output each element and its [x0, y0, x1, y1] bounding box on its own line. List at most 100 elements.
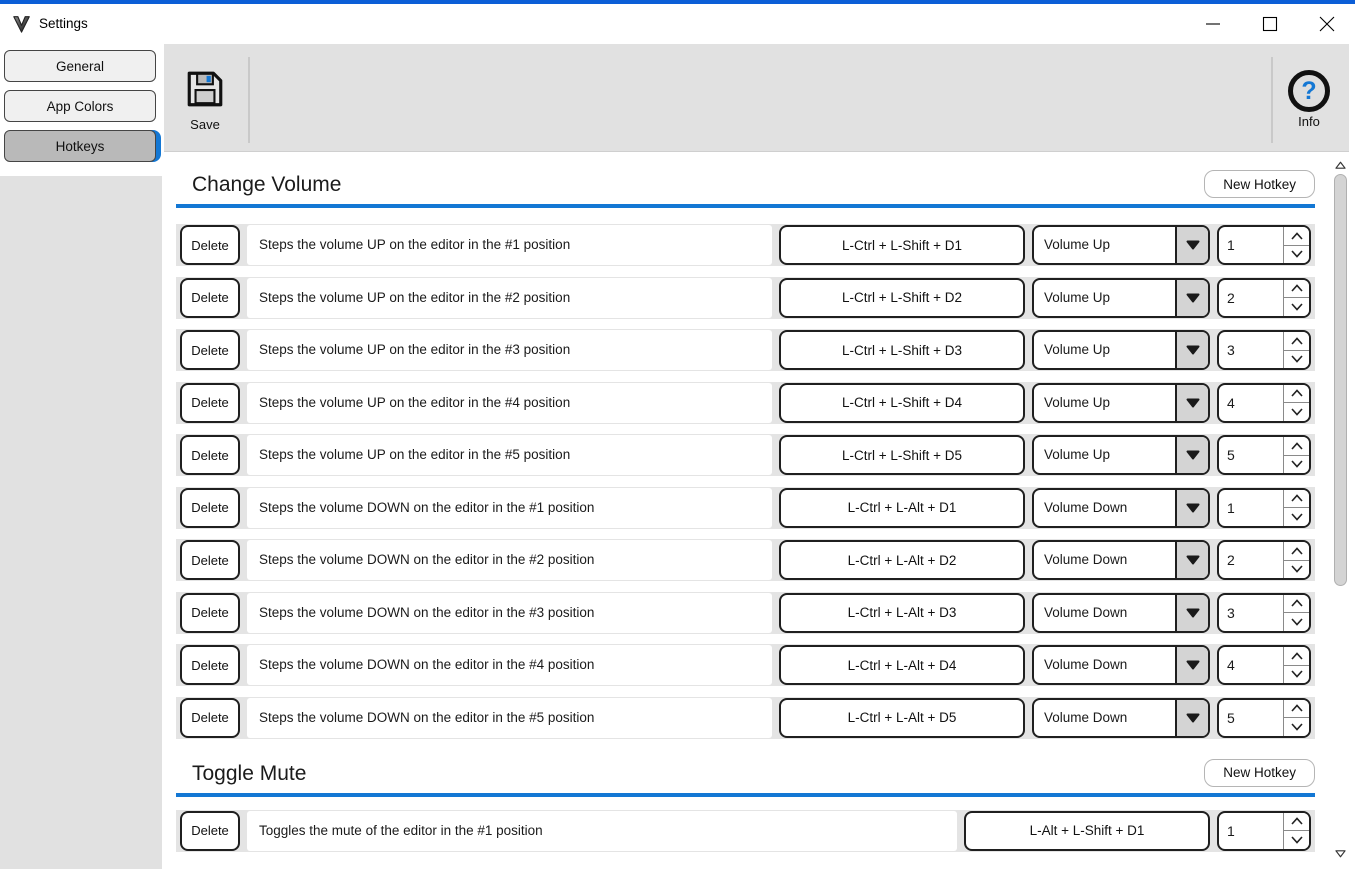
- spinner-up-button[interactable]: [1284, 699, 1309, 717]
- hotkey-button[interactable]: L-Ctrl + L-Shift + D1: [779, 225, 1025, 265]
- action-dropdown[interactable]: Volume Down: [1032, 697, 1210, 738]
- spinner-up-button[interactable]: [1284, 594, 1309, 612]
- description-field[interactable]: Steps the volume DOWN on the editor in t…: [247, 487, 772, 528]
- action-dropdown[interactable]: Volume Down: [1032, 540, 1210, 580]
- position-spinner: 5: [1217, 697, 1311, 738]
- scrollbar-thumb[interactable]: [1334, 174, 1347, 586]
- description-field[interactable]: Steps the volume DOWN on the editor in t…: [247, 697, 772, 738]
- description-field[interactable]: Steps the volume UP on the editor in the…: [247, 277, 772, 318]
- hotkey-button[interactable]: L-Ctrl + L-Alt + D3: [779, 592, 1025, 633]
- delete-button[interactable]: Delete: [180, 277, 240, 318]
- dropdown-arrow-icon[interactable]: [1175, 594, 1208, 631]
- spinner-up-button[interactable]: [1284, 279, 1309, 297]
- spinner-up-button[interactable]: [1284, 332, 1309, 350]
- hotkey-row: Delete Steps the volume UP on the editor…: [176, 276, 1315, 319]
- delete-button[interactable]: Delete: [180, 382, 240, 423]
- delete-button[interactable]: Delete: [180, 435, 240, 475]
- description-field[interactable]: Steps the volume DOWN on the editor in t…: [247, 645, 772, 685]
- hotkey-button[interactable]: L-Ctrl + L-Shift + D4: [779, 382, 1025, 423]
- spinner-down-button[interactable]: [1284, 402, 1309, 421]
- action-dropdown[interactable]: Volume Up: [1032, 330, 1210, 370]
- delete-button[interactable]: Delete: [180, 645, 240, 685]
- action-dropdown[interactable]: Volume Down: [1032, 645, 1210, 685]
- spinner-down-button[interactable]: [1284, 297, 1309, 316]
- dropdown-arrow-icon[interactable]: [1175, 489, 1208, 526]
- description-field[interactable]: Toggles the mute of the editor in the #1…: [247, 810, 957, 851]
- delete-button[interactable]: Delete: [180, 810, 240, 851]
- hotkey-button[interactable]: L-Alt + L-Shift + D1: [964, 810, 1210, 851]
- hotkey-button[interactable]: L-Ctrl + L-Alt + D2: [779, 540, 1025, 580]
- dropdown-arrow-icon[interactable]: [1175, 437, 1208, 473]
- save-button[interactable]: Save: [176, 44, 234, 151]
- hotkey-button[interactable]: L-Ctrl + L-Alt + D1: [779, 487, 1025, 528]
- chevron-up-icon: [1290, 442, 1303, 450]
- delete-button[interactable]: Delete: [180, 225, 240, 265]
- delete-button[interactable]: Delete: [180, 487, 240, 528]
- delete-button[interactable]: Delete: [180, 330, 240, 370]
- dropdown-arrow-icon[interactable]: [1175, 384, 1208, 421]
- spinner-down-button[interactable]: [1284, 507, 1309, 526]
- spinner-down-button[interactable]: [1284, 717, 1309, 736]
- section-divider: [176, 204, 1315, 208]
- spinner-up-button[interactable]: [1284, 227, 1309, 245]
- sidebar-item-hotkeys[interactable]: Hotkeys: [4, 130, 156, 162]
- hotkey-button[interactable]: L-Ctrl + L-Shift + D3: [779, 330, 1025, 370]
- new-hotkey-button[interactable]: New Hotkey: [1204, 758, 1315, 787]
- vertical-scrollbar[interactable]: [1332, 158, 1349, 861]
- description-field[interactable]: Steps the volume DOWN on the editor in t…: [247, 540, 772, 580]
- scroll-up-button[interactable]: [1334, 158, 1347, 172]
- dropdown-arrow-icon[interactable]: [1175, 227, 1208, 263]
- chevron-up-icon: [1290, 547, 1303, 555]
- dropdown-arrow-icon[interactable]: [1175, 699, 1208, 736]
- new-hotkey-button[interactable]: New Hotkey: [1204, 170, 1315, 198]
- spinner-down-button[interactable]: [1284, 612, 1309, 631]
- spinner-up-button[interactable]: [1284, 812, 1309, 830]
- spinner-down-button[interactable]: [1284, 559, 1309, 578]
- section-change-volume: Change Volume New Hotkey Delete Steps th…: [176, 170, 1315, 739]
- description-field[interactable]: Steps the volume DOWN on the editor in t…: [247, 592, 772, 633]
- action-dropdown[interactable]: Volume Up: [1032, 382, 1210, 423]
- dropdown-arrow-icon[interactable]: [1175, 542, 1208, 578]
- section-divider: [176, 792, 1315, 797]
- spinner-down-button[interactable]: [1284, 664, 1309, 683]
- dropdown-arrow-icon[interactable]: [1175, 332, 1208, 368]
- chevron-down-icon: [1290, 670, 1303, 678]
- spinner-down-button[interactable]: [1284, 244, 1309, 263]
- scroll-down-button[interactable]: [1334, 847, 1347, 861]
- spinner-up-button[interactable]: [1284, 437, 1309, 455]
- action-dropdown[interactable]: Volume Down: [1032, 487, 1210, 528]
- close-button[interactable]: [1298, 4, 1355, 43]
- action-dropdown[interactable]: Volume Up: [1032, 435, 1210, 475]
- hotkey-button[interactable]: L-Ctrl + L-Shift + D2: [779, 277, 1025, 318]
- hotkey-button[interactable]: L-Ctrl + L-Shift + D5: [779, 435, 1025, 475]
- spinner-up-button[interactable]: [1284, 542, 1309, 560]
- spinner-down-button[interactable]: [1284, 830, 1309, 849]
- delete-button[interactable]: Delete: [180, 697, 240, 738]
- action-dropdown[interactable]: Volume Down: [1032, 592, 1210, 633]
- spinner-up-button[interactable]: [1284, 647, 1309, 665]
- sidebar-item-general[interactable]: General: [4, 50, 156, 82]
- delete-button[interactable]: Delete: [180, 540, 240, 580]
- spinner-up-button[interactable]: [1284, 489, 1309, 507]
- action-dropdown[interactable]: Volume Up: [1032, 277, 1210, 318]
- description-field[interactable]: Steps the volume UP on the editor in the…: [247, 435, 772, 475]
- hotkey-button[interactable]: L-Ctrl + L-Alt + D4: [779, 645, 1025, 685]
- action-dropdown[interactable]: Volume Up: [1032, 225, 1210, 265]
- description-field[interactable]: Steps the volume UP on the editor in the…: [247, 225, 772, 265]
- maximize-button[interactable]: [1241, 4, 1298, 43]
- spinner-up-button[interactable]: [1284, 384, 1309, 402]
- dropdown-arrow-icon[interactable]: [1175, 279, 1208, 316]
- hotkey-row: Delete Steps the volume UP on the editor…: [176, 381, 1315, 424]
- minimize-button[interactable]: [1184, 4, 1241, 43]
- delete-button[interactable]: Delete: [180, 592, 240, 633]
- description-field[interactable]: Steps the volume UP on the editor in the…: [247, 382, 772, 423]
- dropdown-arrow-icon[interactable]: [1175, 647, 1208, 683]
- scroll-down-icon: [1335, 850, 1346, 858]
- sidebar-item-app-colors[interactable]: App Colors: [4, 90, 156, 122]
- spinner-down-button[interactable]: [1284, 454, 1309, 473]
- hotkey-button[interactable]: L-Ctrl + L-Alt + D5: [779, 697, 1025, 738]
- info-button[interactable]: ? Info: [1273, 44, 1345, 151]
- scrollbar-track[interactable]: [1332, 172, 1349, 847]
- description-field[interactable]: Steps the volume UP on the editor in the…: [247, 330, 772, 370]
- spinner-down-button[interactable]: [1284, 349, 1309, 368]
